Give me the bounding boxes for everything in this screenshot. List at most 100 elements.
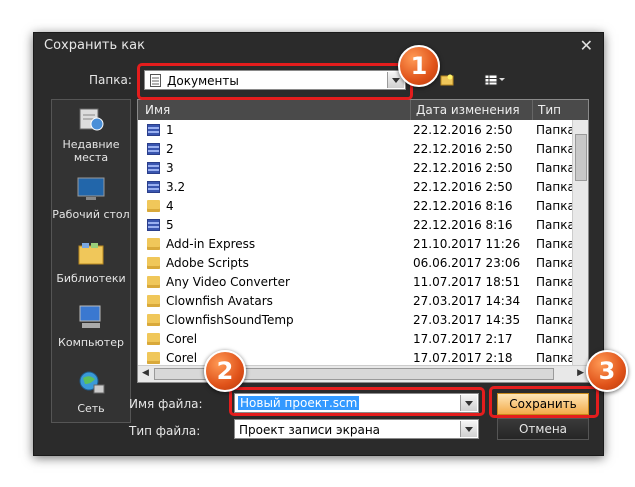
file-name: ClownfishSoundTemp — [166, 313, 294, 327]
chevron-down-icon[interactable] — [460, 421, 477, 437]
folder-icon — [147, 314, 160, 326]
callout-2: 2 — [204, 350, 246, 392]
place-libraries[interactable]: Библиотеки — [52, 240, 130, 285]
file-type: Папка — [536, 199, 575, 213]
callout-3: 3 — [586, 350, 628, 392]
place-network[interactable]: Сеть — [52, 370, 130, 415]
save-highlight — [489, 386, 599, 418]
file-name: 4 — [166, 199, 174, 213]
place-label: Сеть — [77, 402, 105, 415]
place-computer[interactable]: Компьютер — [52, 304, 130, 349]
place-desktop[interactable]: Рабочий стол — [52, 176, 130, 221]
folder-icon — [147, 257, 160, 269]
file-row[interactable]: Add-in Express 21.10.2017 11:26 Папка — [138, 235, 575, 254]
file-row[interactable]: Clownfish Avatars 27.03.2017 14:34 Папка — [138, 292, 575, 311]
place-label: Рабочий стол — [52, 208, 130, 221]
file-row[interactable]: 2 22.12.2016 2:50 Папка — [138, 140, 575, 159]
file-type: Папка — [536, 237, 575, 251]
column-divider[interactable] — [410, 100, 411, 120]
library-folder-icon — [147, 219, 160, 231]
file-row[interactable]: 3 22.12.2016 2:50 Папка — [138, 159, 575, 178]
file-name: 3.2 — [166, 180, 186, 194]
callout-1: 1 — [398, 45, 440, 87]
places-bar: Недавние места Рабочий стол Библиотеки К… — [51, 99, 131, 423]
file-date: 27.03.2017 14:35 — [413, 313, 521, 327]
column-divider[interactable] — [532, 100, 533, 120]
file-type: Папка — [536, 218, 575, 232]
file-type: Папка — [536, 313, 575, 327]
column-name[interactable]: Имя — [145, 103, 170, 117]
file-date: 22.12.2016 8:16 — [413, 199, 513, 213]
folder-icon — [147, 200, 160, 212]
new-folder-icon[interactable] — [440, 73, 454, 87]
file-date: 17.07.2017 2:17 — [413, 332, 513, 346]
file-row[interactable]: Any Video Converter 11.07.2017 18:51 Папка — [138, 273, 575, 292]
file-type: Папка — [536, 275, 575, 289]
dialog-title: Сохранить как — [44, 38, 145, 53]
file-row[interactable]: ClownfishSoundTemp 27.03.2017 14:35 Папка — [138, 311, 575, 330]
file-list[interactable]: Имя Дата изменения Тип 1 22.12.2016 2:50 П… — [137, 99, 589, 383]
scroll-right-icon[interactable]: ▶ — [577, 368, 584, 378]
file-type: Папка — [536, 332, 575, 346]
file-date: 21.10.2017 11:26 — [413, 237, 521, 251]
file-type: Папка — [536, 161, 575, 175]
folder-icon — [147, 238, 160, 250]
file-name: 3 — [166, 161, 174, 175]
place-recent[interactable]: Недавние места — [52, 106, 130, 164]
file-name: 1 — [166, 123, 174, 137]
file-row[interactable]: Corel 17.07.2017 2:17 Папка — [138, 330, 575, 349]
folder-icon — [147, 295, 160, 307]
file-date: 17.07.2017 2:18 — [413, 351, 513, 365]
library-folder-icon — [147, 181, 160, 193]
libraries-icon — [78, 243, 104, 265]
file-row[interactable]: Adobe Scripts 06.06.2017 23:06 Папка — [138, 254, 575, 273]
network-icon — [79, 371, 105, 394]
filename-label: Имя файла: — [129, 397, 203, 411]
file-list-header: Имя Дата изменения Тип — [138, 100, 588, 120]
file-name: Adobe Scripts — [166, 256, 249, 270]
file-name: Clownfish Avatars — [166, 294, 273, 308]
folder-icon — [147, 352, 160, 364]
file-date: 11.07.2017 18:51 — [413, 275, 521, 289]
scroll-left-icon[interactable]: ◀ — [142, 368, 149, 378]
file-name: 2 — [166, 142, 174, 156]
file-date: 22.12.2016 8:16 — [413, 218, 513, 232]
file-row[interactable]: 3.2 22.12.2016 2:50 Папка — [138, 178, 575, 197]
vertical-scrollbar[interactable] — [572, 120, 588, 365]
filename-highlight — [229, 387, 485, 416]
cancel-button[interactable]: Отмена — [497, 418, 589, 440]
file-date: 06.06.2017 23:06 — [413, 256, 521, 270]
desktop-icon — [77, 177, 105, 200]
file-type: Папка — [536, 294, 575, 308]
computer-icon — [79, 305, 101, 328]
file-type: Папка — [536, 256, 575, 270]
file-row[interactable]: 1 22.12.2016 2:50 Папка — [138, 121, 575, 140]
place-label: Недавние места — [62, 138, 120, 164]
library-folder-icon — [147, 143, 160, 155]
scroll-thumb[interactable] — [575, 134, 587, 181]
file-type: Папка — [536, 142, 575, 156]
place-label: Библиотеки — [56, 272, 126, 285]
folder-icon — [147, 333, 160, 345]
file-row[interactable]: 5 22.12.2016 8:16 Папка — [138, 216, 575, 235]
filetype-value: Проект записи экрана — [239, 423, 381, 437]
view-menu-icon[interactable] — [484, 73, 506, 87]
library-folder-icon — [147, 162, 160, 174]
file-name: Corel — [166, 351, 198, 365]
file-name: Add-in Express — [166, 237, 256, 251]
close-icon[interactable]: ✕ — [580, 36, 593, 55]
column-date[interactable]: Дата изменения — [416, 103, 520, 117]
library-folder-icon — [147, 124, 160, 136]
column-type[interactable]: Тип — [538, 103, 561, 117]
file-date: 22.12.2016 2:50 — [413, 123, 513, 137]
folder-icon — [147, 276, 160, 288]
folder-label: Папка: — [89, 73, 132, 87]
file-name: Corel — [166, 332, 198, 346]
file-date: 22.12.2016 2:50 — [413, 161, 513, 175]
filetype-select[interactable]: Проект записи экрана — [234, 419, 479, 439]
file-type: Папка — [536, 123, 575, 137]
file-row[interactable]: 4 22.12.2016 8:16 Папка — [138, 197, 575, 216]
file-name: 5 — [166, 218, 174, 232]
file-type: Папка — [536, 180, 575, 194]
place-label: Компьютер — [58, 336, 124, 349]
